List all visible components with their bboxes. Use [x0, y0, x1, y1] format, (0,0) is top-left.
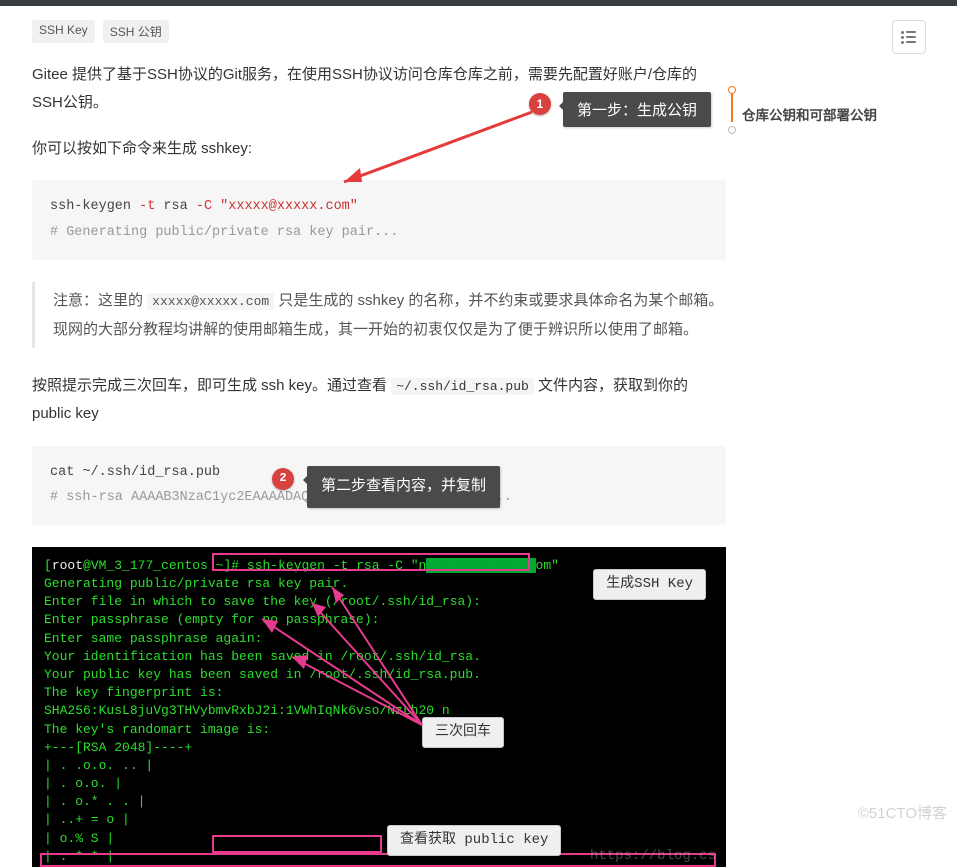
term-art: | . o.o. |	[44, 775, 714, 793]
code-comment: # Generating public/private rsa key pair…	[50, 220, 708, 246]
toc-toggle-button[interactable]	[892, 20, 926, 54]
tag-ssh-pub[interactable]: SSH 公钥	[103, 20, 169, 43]
code-flag: -t	[139, 199, 155, 214]
terminal-screenshot: [root@VM_3_177_centos ~]# ssh-keygen -t …	[32, 547, 726, 867]
term-label-gen: 生成SSH Key	[593, 569, 706, 601]
tag-list: SSH Key SSH 公钥	[32, 20, 726, 43]
code-text	[212, 199, 220, 214]
term-line: The key's randomart image is:	[44, 721, 714, 739]
term-line: Enter passphrase (empty for no passphras…	[44, 611, 714, 629]
main-content: SSH Key SSH 公钥 Gitee 提供了基于SSH协议的Git服务，在使…	[32, 20, 726, 867]
page: SSH Key SSH 公钥 Gitee 提供了基于SSH协议的Git服务，在使…	[0, 6, 957, 867]
note-text: 只是生成的 sshkey 的名称，并不约束或要求具体命名为某个邮箱。	[274, 292, 723, 309]
after-text: 按照提示完成三次回车，即可生成 ssh key。通过查看 ~/.ssh/id_r…	[32, 372, 726, 428]
note-text: 注意：这里的	[53, 292, 147, 309]
list-icon	[902, 31, 916, 43]
note-code: xxxxx@xxxxx.com	[147, 293, 274, 310]
callout-step2: 第二步查看内容，并复制	[307, 466, 500, 509]
callout-step1: 第一步：生成公钥	[563, 92, 711, 127]
sidebar: 仓库公钥和可部署公钥	[738, 20, 938, 867]
term-cmd1-tail: om"	[536, 558, 559, 573]
term-line: The key fingerprint is:	[44, 684, 714, 702]
gen-text: 你可以按如下命令来生成 sshkey:	[32, 135, 726, 163]
term-art: | . .o.o. .. |	[44, 757, 714, 775]
term-label-enter3: 三次回车	[422, 717, 504, 749]
toc-list: 仓库公钥和可部署公钥	[738, 104, 938, 124]
after-code: ~/.ssh/id_rsa.pub	[391, 378, 534, 395]
term-label-view: 查看获取 public key	[387, 825, 561, 857]
tag-ssh-key[interactable]: SSH Key	[32, 20, 95, 43]
term-line: SHA256:KusL8juVg3THVybmvRxbJ2i:1VWhIqNk6…	[44, 702, 714, 720]
note-block: 注意：这里的 xxxxx@xxxxx.com 只是生成的 sshkey 的名称，…	[32, 282, 726, 349]
code-block-cat: cat ~/.ssh/id_rsa.pub # ssh-rsa AAAAB3Nz…	[32, 446, 726, 525]
term-line: Your identification has been saved in /r…	[44, 648, 714, 666]
term-user: root	[52, 558, 83, 573]
term-art: | ..+ = o |	[44, 811, 714, 829]
code-cmd: ssh-keygen	[50, 199, 139, 214]
term-art: +---[RSA 2048]----+	[44, 739, 714, 757]
badge-2: 2	[272, 468, 294, 490]
code-text: rsa	[155, 199, 196, 214]
term-line: Your public key has been saved in /root/…	[44, 666, 714, 684]
toc-item[interactable]: 仓库公钥和可部署公钥	[742, 104, 938, 124]
badge-1: 1	[529, 93, 551, 115]
term-host: VM_3_177_centos	[91, 558, 208, 573]
term-art: | . o.* . . |	[44, 793, 714, 811]
term-cmd1: ssh-keygen -t rsa -C "n	[247, 558, 426, 573]
term-art: | o.% S |	[44, 830, 714, 848]
term-redact: xxxxxxxxxxxxxx	[426, 558, 535, 573]
term-line: Enter same passphrase again:	[44, 630, 714, 648]
after-text-seg: 按照提示完成三次回车，即可生成 ssh key。通过查看	[32, 377, 391, 394]
watermark-url: https://blog.cs	[590, 847, 716, 867]
note-text: 现网的大部分教程均讲解的使用邮箱生成，其一开始的初衷仅仅是为了便于辨识所以使用了…	[53, 315, 726, 344]
code-flag: -C	[196, 199, 212, 214]
code-block-keygen: ssh-keygen -t rsa -C "xxxxx@xxxxx.com" #…	[32, 180, 726, 259]
code-string: "xxxxx@xxxxx.com"	[220, 199, 358, 214]
toc-rail	[728, 90, 740, 130]
